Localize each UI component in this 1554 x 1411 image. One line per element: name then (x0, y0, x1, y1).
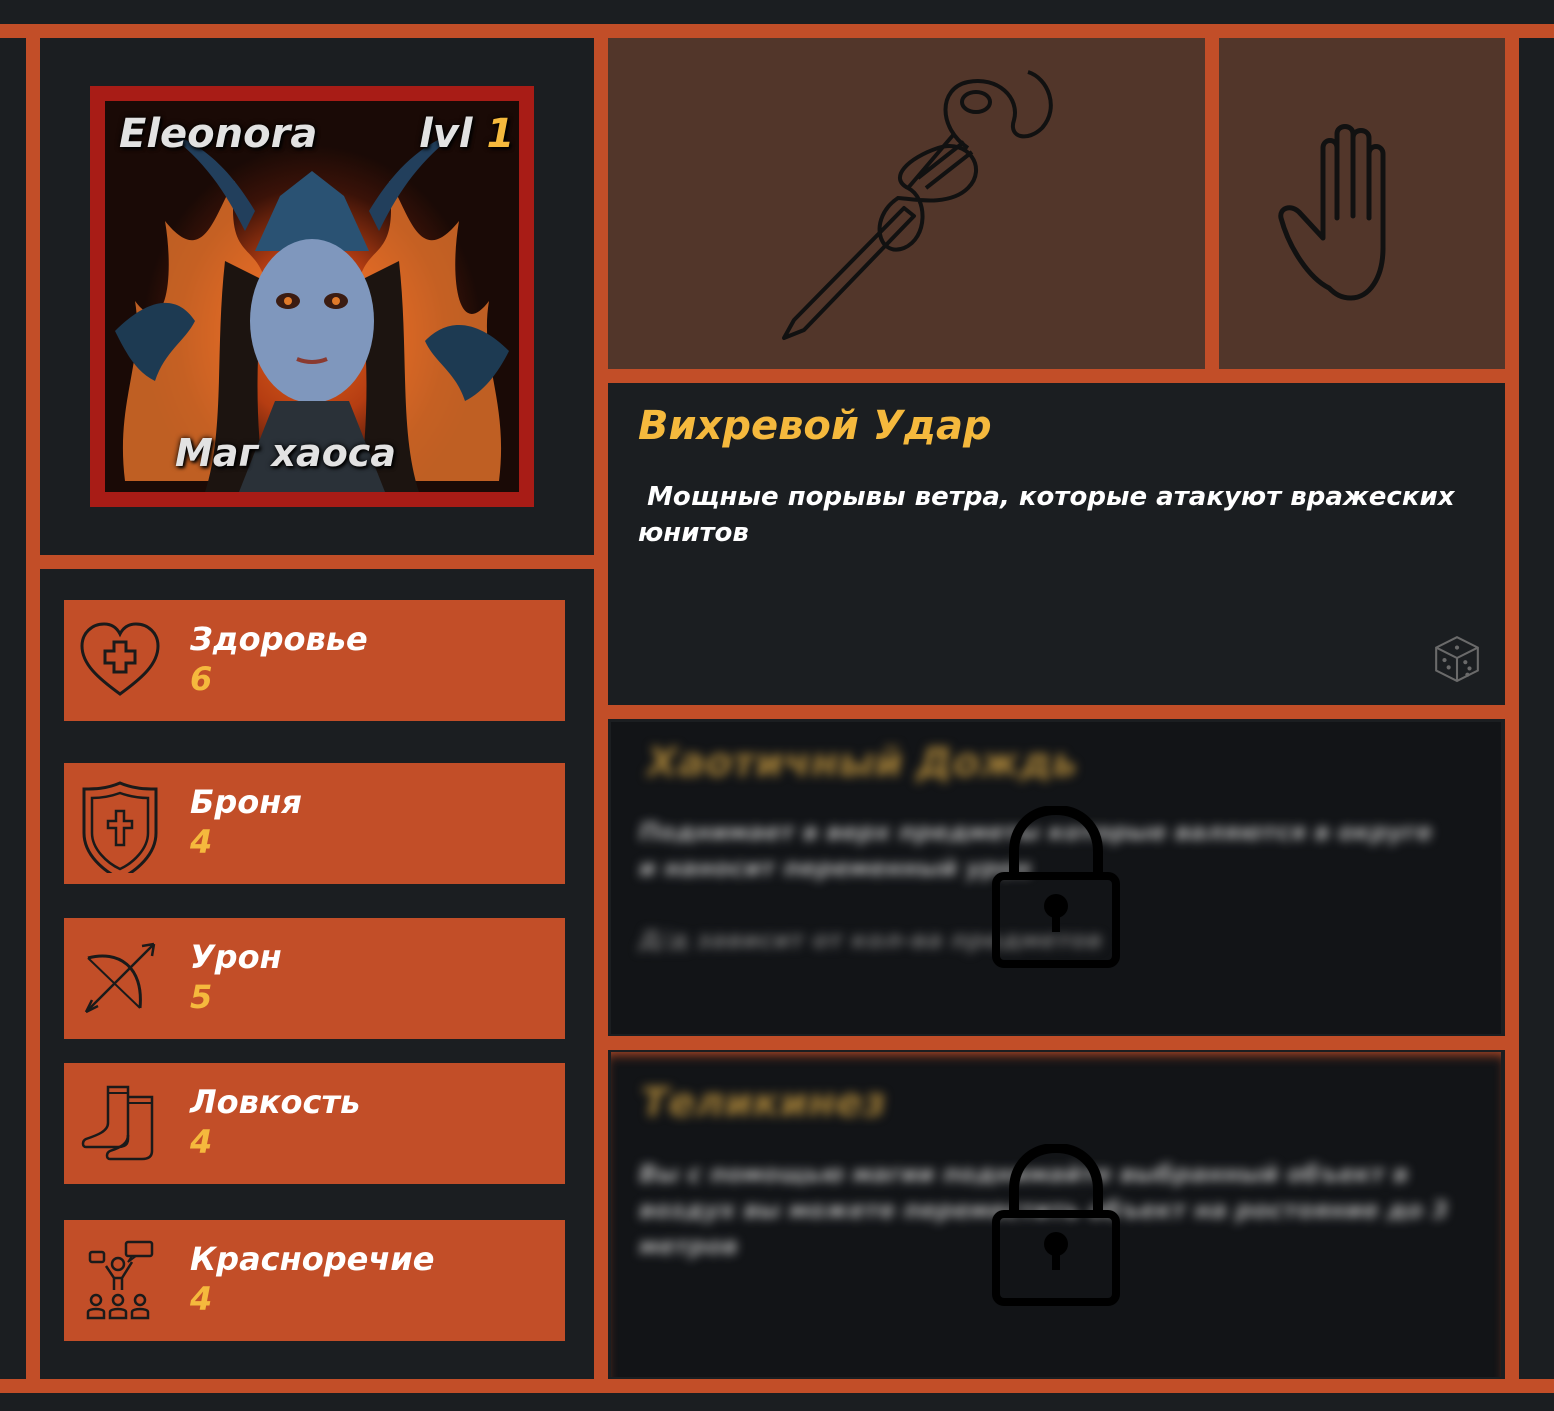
shield-cross-icon (82, 781, 158, 873)
level-prefix: lvl (419, 111, 473, 157)
hand-icon (1278, 124, 1386, 301)
stat-value: 4 (190, 1280, 213, 1318)
frame-middle-bar (594, 24, 608, 1393)
character-portrait[interactable]: Eleonora lvl 1 Маг хаоса (105, 101, 519, 492)
skill-card-locked[interactable]: Теликинез Вы с помощью магии поднимайте … (611, 1052, 1501, 1377)
frame-left-bar (26, 24, 40, 1393)
character-level: lvl 1 (419, 111, 514, 157)
stat-card-health[interactable]: Здоровье 6 (64, 600, 565, 721)
stat-card-armor[interactable]: Броня 4 (64, 763, 565, 884)
stat-value: 5 (190, 978, 213, 1016)
skill-description: Мощные порывы ветра, которые атакуют вра… (638, 482, 1464, 548)
level-number: 1 (486, 111, 515, 157)
frame-bottom-bar (0, 1379, 1554, 1393)
frame-left-divider (40, 555, 594, 569)
stat-label: Красноречие (190, 1240, 435, 1278)
stat-label: Ловкость (190, 1083, 361, 1121)
lock-icon (992, 1144, 1120, 1306)
skill-card-locked[interactable]: Хаотичный Дождь Поднимает в верх предмет… (611, 722, 1501, 1034)
skill-title: Вихревой Удар (638, 403, 992, 449)
hand-slot[interactable] (1219, 38, 1505, 369)
frame-right-divider-1 (608, 369, 1505, 383)
stat-label: Броня (190, 783, 302, 821)
lock-icon (992, 806, 1120, 968)
frame-top-bar (0, 24, 1554, 38)
dice-icon[interactable] (1432, 633, 1482, 683)
heart-plus-icon (80, 622, 160, 696)
staff-icon (782, 70, 1053, 340)
frame-equip-divider (1205, 38, 1219, 369)
character-class: Маг хаоса (175, 431, 396, 475)
skill-card-active[interactable]: Вихревой Удар Мощные порывы ветра, котор… (608, 383, 1505, 705)
speaker-crowd-icon (86, 1240, 154, 1320)
stat-card-eloquence[interactable]: Красноречие 4 (64, 1220, 565, 1341)
frame-right-bar (1505, 24, 1519, 1393)
stat-value: 4 (190, 823, 213, 861)
stat-card-damage[interactable]: Урон 5 (64, 918, 565, 1039)
skill-title: Теликинез (641, 1080, 886, 1126)
weapon-slot[interactable] (608, 38, 1205, 369)
frame-right-divider-2 (608, 705, 1505, 719)
frame-right-divider-3 (608, 1036, 1505, 1050)
stat-card-agility[interactable]: Ловкость 4 (64, 1063, 565, 1184)
character-name: Eleonora (119, 111, 318, 157)
stat-label: Здоровье (190, 620, 368, 658)
skill-title: Хаотичный Дождь (647, 740, 1078, 786)
boots-icon (81, 1085, 154, 1161)
stat-label: Урон (190, 938, 282, 976)
bow-arrow-icon (84, 942, 156, 1014)
stat-value: 4 (190, 1123, 213, 1161)
stat-value: 6 (190, 660, 213, 698)
